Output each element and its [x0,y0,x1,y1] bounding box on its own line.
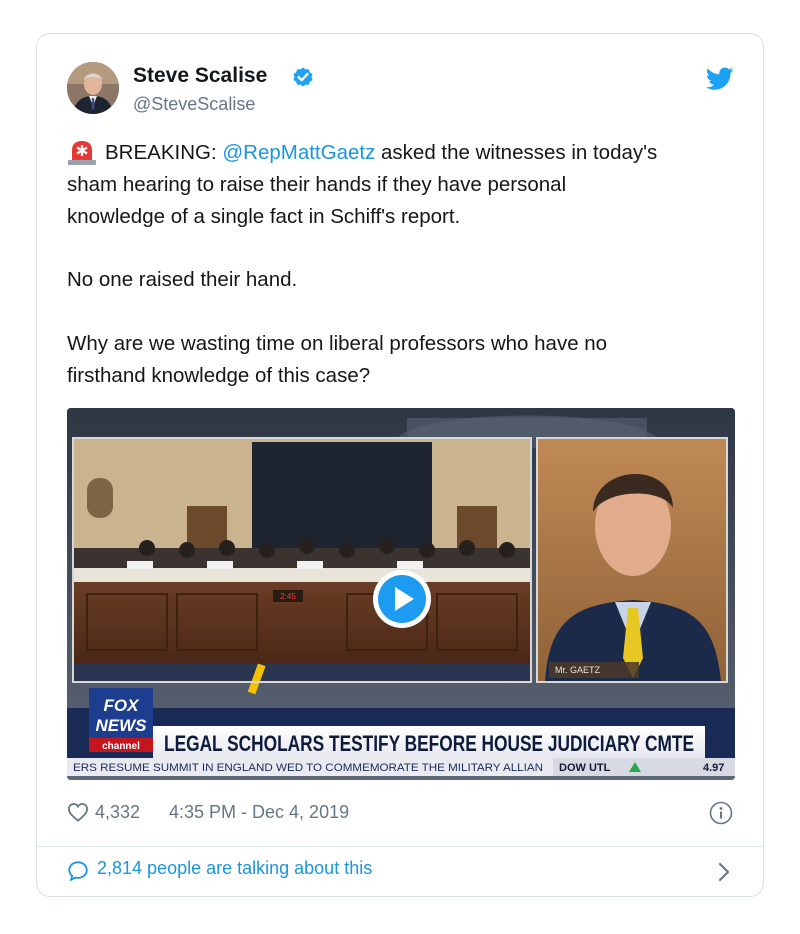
mention-link[interactable]: @RepMattGaetz [222,141,375,164]
tweet-text-prefix: BREAKING: [105,141,223,164]
ticker: ERS RESUME SUMMIT IN ENGLAND WED TO COMM… [73,762,543,774]
talking-link[interactable]: 2,814 people are talking about this [97,858,372,879]
twitter-bird-icon[interactable] [706,67,734,91]
author-name[interactable]: Steve Scalise [133,64,267,88]
tweet-text-line3: knowledge of a single fact in Schiff's r… [67,205,461,228]
like-count[interactable]: 4,332 [95,802,140,823]
rotating-light-emoji [68,141,96,165]
heart-icon[interactable] [67,802,89,822]
play-button[interactable] [373,570,431,628]
verified-badge-icon [293,67,313,87]
divider [37,846,763,847]
tweet-text-para2: No one raised their hand. [67,268,298,291]
chevron-right-icon[interactable] [717,862,731,882]
author-handle[interactable]: @SteveScalise [133,94,255,115]
logo-fox: FOX [104,696,141,715]
speech-bubble-icon[interactable] [67,860,89,882]
headline: LEGAL SCHOLARS TESTIFY BEFORE HOUSE JUDI… [164,731,694,756]
tweet-text-line2: sham hearing to raise their hands if the… [67,173,567,196]
market-value: 4.97 [703,762,724,774]
market-label: DOW UTL [559,762,611,774]
video-player[interactable]: 2:45 Mr. GAETZ LEGAL SCHOLARS TESTIFY BE… [67,408,735,780]
name-tag: Mr. GAETZ [555,665,601,675]
tweet-text-suffix: asked the witnesses in today's [375,141,658,164]
info-icon[interactable] [709,801,733,825]
tweet-text-para3-line2: firsthand knowledge of this case? [67,364,371,387]
clock-display: 2:45 [280,592,296,601]
tweet-text-para3-line1: Why are we wasting time on liberal profe… [67,332,608,355]
logo-channel: channel [102,741,140,752]
timestamp[interactable]: 4:35 PM - Dec 4, 2019 [169,802,349,823]
tweet-card: Steve Scalise @SteveScalise BREAKING: @R… [36,33,764,897]
tweet-text-line1: BREAKING: @RepMattGaetz asked the witnes… [105,137,657,169]
avatar[interactable] [67,62,119,114]
logo-news: NEWS [96,716,148,735]
